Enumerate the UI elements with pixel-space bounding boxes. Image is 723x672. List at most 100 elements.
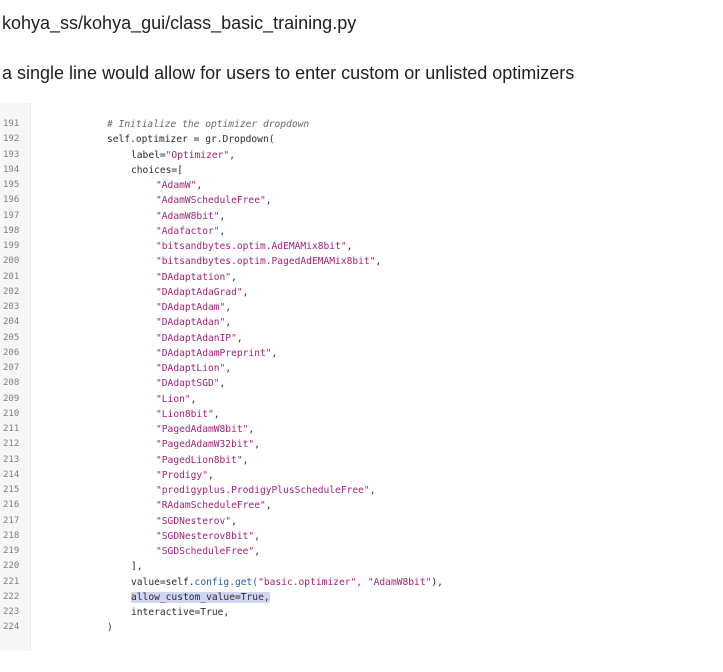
code-string: "DAdaptAdan": [156, 317, 226, 329]
code-punct: ,: [219, 210, 226, 222]
code-line: 216 "RAdamScheduleFree",: [0, 498, 720, 513]
code-line: 220],: [0, 559, 720, 574]
line-number: 222: [3, 591, 20, 602]
line-number: 196: [3, 195, 20, 206]
code-line: 191 # Initialize the optimizer dropdown: [0, 117, 720, 132]
code-punct: ,: [231, 271, 237, 283]
code-text: "DAdaptAdan",: [156, 315, 231, 330]
code-line: 203 "DAdaptAdam",: [0, 300, 720, 315]
code-text: ],: [131, 559, 143, 574]
line-number: 194: [3, 164, 20, 175]
code-text: "PagedLion8bit",: [156, 453, 248, 468]
code-punct: ,: [225, 302, 232, 313]
code-text: "DAdaptSGD",: [156, 376, 225, 391]
code-text: "RAdamScheduleFree",: [156, 498, 272, 513]
code-punct: ,: [219, 378, 226, 390]
line-number: 215: [3, 485, 20, 495]
code-line: 206 "DAdaptAdamPreprint",: [0, 346, 720, 361]
code-text: "DAdaptAdam",: [156, 300, 231, 315]
line-number: 213: [3, 454, 20, 465]
line-number: 207: [3, 363, 20, 373]
code-string: "SGDNesterov": [156, 515, 232, 527]
code-string: "Adafactor": [156, 225, 220, 237]
code-punct: ,: [254, 546, 260, 557]
code-string: "Prodigy": [156, 469, 208, 481]
code-punct: ,: [231, 515, 237, 527]
code-line-partial: 190: [0, 103, 720, 109]
line-number: 219: [3, 546, 20, 556]
code-string: "DAdaptLion": [156, 363, 226, 374]
code-line: 217 "SGDNesterov",: [0, 514, 720, 529]
code-text: "DAdaptAdaGrad",: [156, 285, 248, 300]
code-line: 224): [0, 620, 720, 635]
code-punct: ,: [225, 317, 232, 329]
line-number: 217: [3, 515, 20, 526]
code-text: "Lion8bit",: [156, 407, 220, 422]
code-plain: interactive=True,: [131, 607, 230, 618]
code-text: "PagedAdamW32bit",: [156, 437, 260, 452]
code-string: "AdamWScheduleFree": [156, 195, 266, 207]
line-number: 203: [3, 302, 20, 312]
code-plain: ): [107, 622, 113, 634]
code-punct: ,: [190, 393, 197, 405]
code-punct: ,: [196, 180, 203, 191]
line-number: 202: [3, 286, 20, 297]
code-punct: ,: [254, 530, 260, 542]
code-line: 223 interactive=True,: [0, 605, 720, 620]
description-text: a single line would allow for users to e…: [2, 63, 575, 83]
code-punct: ,: [229, 149, 235, 161]
code-punct: ,: [265, 500, 272, 512]
line-number: 209: [3, 393, 20, 404]
code-punct: ,: [242, 454, 249, 466]
code-text: choices=[: [131, 163, 183, 178]
code-punct: ,: [346, 241, 353, 252]
code-line: 195 "AdamW",: [0, 178, 720, 193]
code-plain: value=self.: [131, 576, 195, 588]
code-punct: ,: [254, 439, 260, 451]
code-punct: ,: [207, 469, 214, 481]
code-screenshot: 190 191 # Initialize the optimizer dropdo…: [0, 103, 720, 651]
line-number: 195: [3, 180, 20, 190]
line-number: 216: [3, 500, 20, 511]
code-punct: ,: [265, 195, 272, 207]
code-string: "DAdaptAdanIP": [156, 332, 237, 344]
line-number: 223: [3, 607, 20, 617]
line-number: 193: [3, 149, 20, 160]
code-text: label="Optimizer",: [131, 148, 235, 163]
line-number: 221: [3, 576, 20, 587]
line-number: 198: [3, 225, 20, 236]
line-number: 210: [3, 408, 20, 419]
line-number: 191: [3, 119, 20, 129]
code-text: "Lion",: [156, 392, 196, 407]
code-text: allow_custom_value=True,: [131, 590, 270, 605]
code-string: "bitsandbytes.optim.PagedAdEMAMix8bit": [156, 256, 376, 268]
code-punct: ,: [236, 332, 243, 344]
code-punct: ),: [431, 576, 443, 588]
code-text: self.optimizer = gr.Dropdown(: [107, 132, 275, 147]
code-string: "Lion": [156, 393, 191, 405]
code-line: 204 "DAdaptAdan",: [0, 315, 720, 330]
code-line: 213 "PagedLion8bit",: [0, 453, 720, 468]
code-plain: ],: [131, 561, 143, 573]
code-text: "SGDScheduleFree",: [156, 544, 260, 559]
line-number: 190: [3, 103, 27, 109]
code-line: 193 label="Optimizer",: [0, 148, 720, 163]
line-number: 201: [3, 271, 20, 282]
code-text: "AdamWScheduleFree",: [156, 193, 272, 208]
file-path-heading: kohya_ss/kohya_gui/class_basic_training.…: [2, 13, 357, 33]
code-text: "PagedAdamW8bit",: [156, 422, 254, 437]
code-text: ): [107, 620, 113, 635]
code-line: 194 choices=[: [0, 163, 720, 178]
code-line: 212 "PagedAdamW32bit",: [0, 437, 720, 452]
code-line: 202 "DAdaptAdaGrad",: [0, 285, 720, 300]
code-string: "PagedAdamW8bit": [156, 424, 249, 435]
code-text: "DAdaptAdamPreprint",: [156, 346, 277, 361]
code-string: "bitsandbytes.optim.AdEMAMix8bit": [156, 241, 347, 252]
code-line: 198 "Adafactor",: [0, 224, 720, 239]
code-string: "Lion8bit": [156, 408, 214, 420]
line-number: 220: [3, 561, 20, 572]
code-line: 199 "bitsandbytes.optim.AdEMAMix8bit",: [0, 239, 720, 254]
code-punct: ,: [225, 363, 232, 374]
code-text: "Prodigy",: [156, 468, 214, 483]
code-punct: ,: [219, 225, 226, 237]
